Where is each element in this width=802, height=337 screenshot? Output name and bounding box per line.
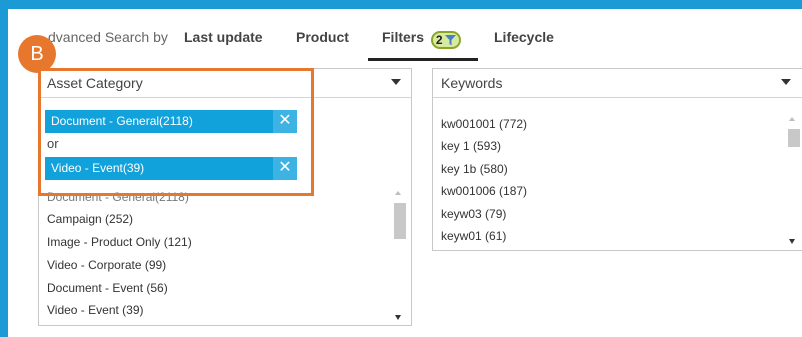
list-item[interactable]: kw001001 (772) [441,117,527,131]
list-item[interactable]: keyw01 (61) [441,229,506,243]
list-item[interactable]: Video - Corporate (99) [47,258,166,272]
caret-down-icon[interactable] [391,79,401,85]
scroll-down-icon[interactable] [789,239,795,244]
scroll-thumb[interactable] [788,129,800,147]
keywords-scrollbar[interactable] [785,111,800,249]
keywords-panel: Keywords kw001001 (772) key 1 (593) key … [432,68,802,251]
scroll-down-icon[interactable] [395,315,401,320]
list-item[interactable]: Campaign (252) [47,212,133,226]
keywords-label: Keywords [441,75,503,91]
funnel-icon [444,34,456,45]
asset-category-scrollbar[interactable] [391,185,406,325]
scroll-up-icon[interactable] [395,191,401,195]
scroll-thumb[interactable] [394,203,406,239]
scroll-up-icon[interactable] [789,117,795,121]
tab-filters[interactable]: Filters 2 [382,29,461,49]
keywords-select[interactable]: Keywords [433,69,802,98]
filter-count-badge: 2 [430,31,461,49]
tab-product[interactable]: Product [296,29,349,45]
list-item[interactable]: keyw03 (79) [441,207,506,221]
filter-count: 2 [435,33,443,47]
tab-last-update[interactable]: Last update [184,29,263,45]
list-item[interactable]: key 1 (593) [441,139,501,153]
tabs-prefix: dvanced Search by [48,29,168,45]
tab-lifecycle[interactable]: Lifecycle [494,29,554,45]
tab-active-indicator [368,58,478,61]
list-item[interactable]: Image - Product Only (121) [47,235,192,249]
app-frame-top [0,0,802,9]
list-item[interactable]: kw001006 (187) [441,184,527,198]
list-item[interactable]: Video - Event (39) [47,303,144,317]
search-tabs: dvanced Search by Last update Product Fi… [8,9,802,61]
list-item[interactable]: Document - Event (56) [47,281,168,295]
caret-down-icon[interactable] [781,79,791,85]
list-item[interactable]: key 1b (580) [441,162,508,176]
selection-highlight [38,68,314,196]
app-frame-left [0,0,8,337]
tab-filters-label: Filters [382,29,425,45]
